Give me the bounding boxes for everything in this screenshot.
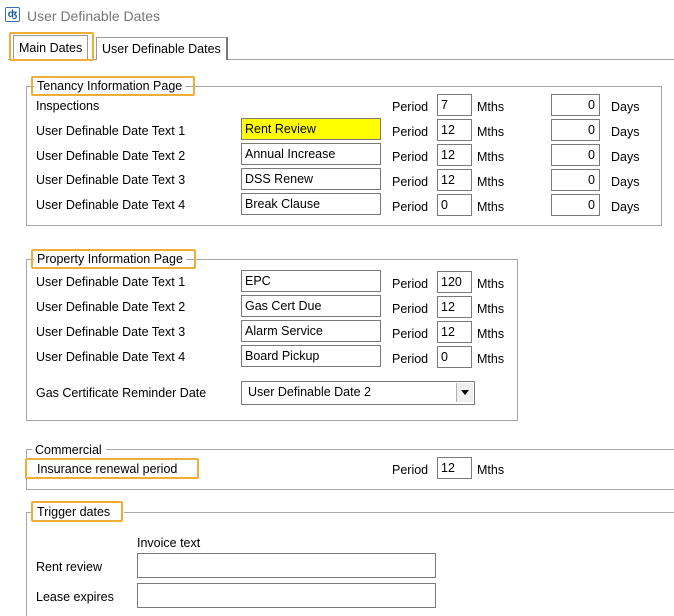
days-label: Days [611,175,640,189]
mths-label: Mths [477,277,505,291]
mths-label: Mths [477,100,505,114]
mths-label: Mths [477,327,505,341]
tenancy-date-text-3-input[interactable]: DSS Renew [241,168,381,190]
trigger-separator [124,512,674,513]
commercial-title: Commercial [35,443,102,457]
period-label: Period [392,352,429,366]
tenancy-group-title: Tenancy Information Page [34,78,186,94]
rent-review-label: Rent review [36,560,102,574]
rent-review-invoice-input[interactable] [137,553,436,578]
gas-certificate-selected-value: User Definable Date 2 [248,385,371,399]
property-period-input-2[interactable]: 12 [437,296,472,318]
mths-label: Mths [477,200,505,214]
period-label: Period [392,302,429,316]
tenancy-days-input-4[interactable]: 0 [551,194,600,216]
days-label: Days [611,125,640,139]
tenancy-period-input-1[interactable]: 12 [437,119,472,141]
lease-expires-invoice-input[interactable] [137,583,436,608]
insurance-period-input[interactable]: 12 [437,457,472,479]
tenancy-days-input-1[interactable]: 0 [551,119,600,141]
tenancy-days-input-3[interactable]: 0 [551,169,600,191]
mths-label: Mths [477,463,505,477]
days-label: Days [611,200,640,214]
tenancy-date-text-4-input[interactable]: Break Clause [241,193,381,215]
property-group-title: Property Information Page [34,251,186,267]
days-label: Days [611,100,640,114]
invoice-text-header: Invoice text [137,536,201,550]
days-label: Days [611,150,640,164]
period-label: Period [392,463,429,477]
mths-label: Mths [477,352,505,366]
trigger-group-title: Trigger dates [34,504,114,520]
property-period-input-4[interactable]: 0 [437,346,472,368]
mths-label: Mths [477,150,505,164]
tenancy-period-input-inspections[interactable]: 7 [437,94,472,116]
mths-label: Mths [477,302,505,316]
property-date-text-4-input[interactable]: Board Pickup [241,345,381,367]
period-label: Period [392,100,429,114]
tenancy-row-label: User Definable Date Text 4 [36,198,186,212]
chevron-down-icon [461,390,469,395]
tenancy-days-input-inspections[interactable]: 0 [551,94,600,116]
commercial-separator [106,449,674,450]
gas-certificate-select[interactable]: User Definable Date 2 [241,381,475,405]
property-period-input-1[interactable]: 120 [437,271,472,293]
tenancy-date-text-1-input[interactable]: Rent Review [241,118,381,140]
property-row-label: User Definable Date Text 2 [36,300,186,314]
lease-expires-label: Lease expires [36,590,114,604]
mths-label: Mths [477,175,505,189]
property-row-label: User Definable Date Text 3 [36,325,186,339]
property-date-text-1-input[interactable]: EPC [241,270,381,292]
window-title: User Definable Dates [27,8,161,24]
period-label: Period [392,175,429,189]
trigger-border-left [26,512,27,616]
tab-main-dates[interactable]: Main Dates [13,35,89,60]
property-date-text-3-input[interactable]: Alarm Service [241,320,381,342]
tenancy-date-text-2-input[interactable]: Annual Increase [241,143,381,165]
tab-user-definable-dates[interactable]: User Definable Dates [96,37,228,60]
tenancy-row-label: User Definable Date Text 3 [36,173,186,187]
insurance-renewal-label: Insurance renewal period [37,462,178,476]
period-label: Period [392,150,429,164]
property-row-label: User Definable Date Text 4 [36,350,186,364]
commercial-border-left [26,449,27,489]
tenancy-row-label: User Definable Date Text 2 [36,149,186,163]
tenancy-row-label: Inspections [36,99,100,113]
tenancy-period-input-2[interactable]: 12 [437,144,472,166]
period-label: Period [392,125,429,139]
property-period-input-3[interactable]: 12 [437,321,472,343]
commercial-separator-bottom [26,489,674,490]
period-label: Period [392,200,429,214]
gas-certificate-label: Gas Certificate Reminder Date [36,386,207,400]
property-row-label: User Definable Date Text 1 [36,275,186,289]
app-icon: ʤ [5,7,20,22]
dropdown-button[interactable] [456,383,473,402]
tenancy-period-input-4[interactable]: 0 [437,194,472,216]
period-label: Period [392,277,429,291]
mths-label: Mths [477,125,505,139]
property-date-text-2-input[interactable]: Gas Cert Due [241,295,381,317]
period-label: Period [392,327,429,341]
tenancy-period-input-3[interactable]: 12 [437,169,472,191]
tenancy-row-label: User Definable Date Text 1 [36,124,186,138]
tenancy-days-input-2[interactable]: 0 [551,144,600,166]
title-bar: ʤ User Definable Dates [0,0,674,32]
